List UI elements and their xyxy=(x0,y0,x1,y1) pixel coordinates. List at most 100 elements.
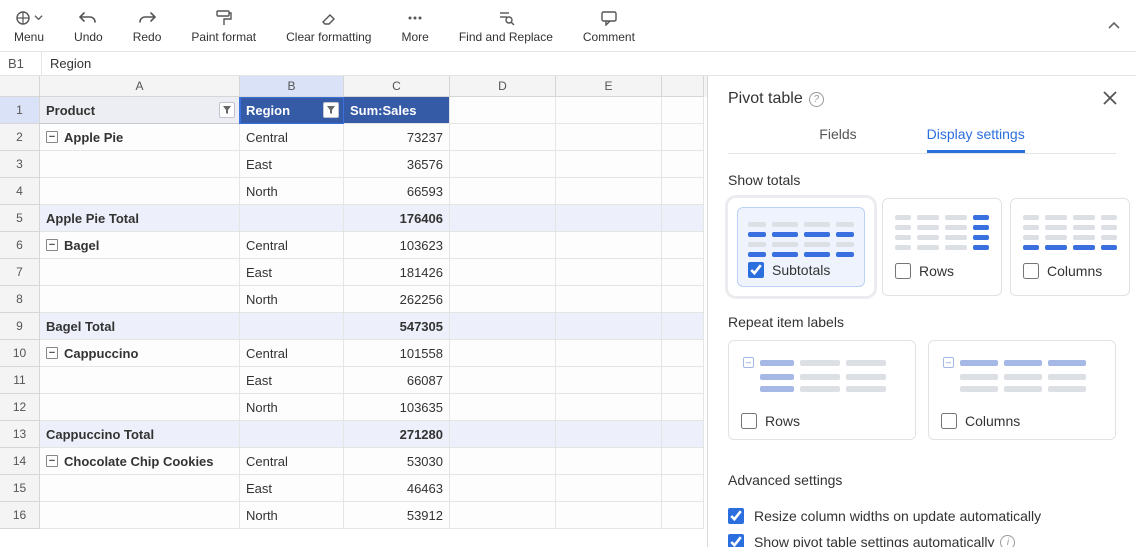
cell[interactable]: Central xyxy=(240,124,344,151)
cell[interactable] xyxy=(40,259,240,286)
row-header[interactable]: 11 xyxy=(0,367,40,394)
row-header[interactable]: 14 xyxy=(0,448,40,475)
cell[interactable] xyxy=(450,313,556,340)
cell[interactable] xyxy=(662,259,704,286)
redo-button[interactable]: Redo xyxy=(133,8,162,44)
cell[interactable]: Cappuccino Total xyxy=(40,421,240,448)
cell[interactable]: 66593 xyxy=(344,178,450,205)
collapse-icon[interactable]: − xyxy=(46,131,58,143)
info-icon[interactable]: i xyxy=(1000,535,1015,547)
cell[interactable]: 66087 xyxy=(344,367,450,394)
info-icon[interactable]: ? xyxy=(809,92,824,107)
col-header-e[interactable]: E xyxy=(556,76,662,97)
repeat-columns-checkbox[interactable] xyxy=(941,413,957,429)
cell[interactable] xyxy=(662,394,704,421)
cell[interactable] xyxy=(556,340,662,367)
cell[interactable]: East xyxy=(240,151,344,178)
subtotals-checkbox[interactable] xyxy=(748,262,764,278)
row-header[interactable]: 9 xyxy=(0,313,40,340)
cell[interactable]: East xyxy=(240,475,344,502)
cell[interactable]: 103623 xyxy=(344,232,450,259)
cell[interactable] xyxy=(662,475,704,502)
cell[interactable] xyxy=(450,124,556,151)
row-header[interactable]: 2 xyxy=(0,124,40,151)
cell[interactable] xyxy=(450,286,556,313)
cell[interactable] xyxy=(240,313,344,340)
cell[interactable] xyxy=(450,205,556,232)
cell[interactable] xyxy=(556,367,662,394)
row-header[interactable]: 13 xyxy=(0,421,40,448)
row-header[interactable]: 3 xyxy=(0,151,40,178)
cell[interactable] xyxy=(450,394,556,421)
cell[interactable] xyxy=(450,448,556,475)
row-header[interactable]: 12 xyxy=(0,394,40,421)
undo-button[interactable]: Undo xyxy=(74,8,103,44)
cell[interactable] xyxy=(40,394,240,421)
cell[interactable] xyxy=(450,340,556,367)
cell[interactable] xyxy=(40,502,240,529)
totals-option-subtotals[interactable]: Subtotals xyxy=(728,198,874,296)
cell[interactable] xyxy=(662,367,704,394)
cell[interactable]: 73237 xyxy=(344,124,450,151)
tab-fields[interactable]: Fields xyxy=(819,118,856,153)
cell[interactable] xyxy=(40,367,240,394)
cell[interactable]: −Cappuccino xyxy=(40,340,240,367)
cell[interactable] xyxy=(662,421,704,448)
col-header-c[interactable]: C xyxy=(344,76,450,97)
collapse-icon[interactable]: − xyxy=(46,347,58,359)
row-header[interactable]: 4 xyxy=(0,178,40,205)
cell[interactable]: −Apple Pie xyxy=(40,124,240,151)
cell[interactable]: 36576 xyxy=(344,151,450,178)
cell[interactable] xyxy=(556,178,662,205)
cell[interactable] xyxy=(662,205,704,232)
cell[interactable] xyxy=(556,97,662,124)
totals-option-rows[interactable]: Rows xyxy=(882,198,1002,296)
cell[interactable]: North xyxy=(240,394,344,421)
cell[interactable] xyxy=(662,178,704,205)
comment-button[interactable]: Comment xyxy=(583,8,635,44)
filter-icon[interactable] xyxy=(219,102,235,118)
cell[interactable] xyxy=(662,340,704,367)
cell[interactable]: Central xyxy=(240,448,344,475)
grid-body[interactable]: 1 Product Region Sum:Sales 2 −Apple Pie … xyxy=(0,97,707,547)
resize-columns-checkbox[interactable] xyxy=(728,508,744,524)
cell[interactable]: 271280 xyxy=(344,421,450,448)
clear-formatting-button[interactable]: Clear formatting xyxy=(286,8,371,44)
cell[interactable] xyxy=(662,124,704,151)
collapse-icon[interactable]: − xyxy=(46,239,58,251)
paint-format-button[interactable]: Paint format xyxy=(191,8,256,44)
row-header[interactable]: 8 xyxy=(0,286,40,313)
col-header-b[interactable]: B xyxy=(240,76,344,97)
cell[interactable] xyxy=(240,421,344,448)
cell[interactable] xyxy=(662,448,704,475)
cell-formula-input[interactable]: Region xyxy=(42,52,1136,75)
cell[interactable] xyxy=(240,205,344,232)
cell[interactable] xyxy=(40,178,240,205)
collapse-icon[interactable]: − xyxy=(46,455,58,467)
cell[interactable] xyxy=(556,151,662,178)
col-header-d[interactable]: D xyxy=(450,76,556,97)
cell[interactable] xyxy=(556,205,662,232)
cell[interactable] xyxy=(450,151,556,178)
cell[interactable] xyxy=(40,286,240,313)
cell[interactable] xyxy=(556,421,662,448)
close-panel-button[interactable] xyxy=(1102,90,1118,106)
row-header[interactable]: 7 xyxy=(0,259,40,286)
cell[interactable]: Sum:Sales xyxy=(344,97,450,124)
cell[interactable] xyxy=(450,475,556,502)
row-header[interactable]: 5 xyxy=(0,205,40,232)
cell[interactable] xyxy=(662,313,704,340)
cell[interactable]: 46463 xyxy=(344,475,450,502)
cell[interactable]: −Bagel xyxy=(40,232,240,259)
cell[interactable]: 53912 xyxy=(344,502,450,529)
cell[interactable]: 547305 xyxy=(344,313,450,340)
cell[interactable] xyxy=(450,502,556,529)
cell[interactable] xyxy=(556,313,662,340)
rows-totals-checkbox[interactable] xyxy=(895,263,911,279)
cell[interactable]: East xyxy=(240,367,344,394)
row-header[interactable]: 1 xyxy=(0,97,40,124)
cell[interactable]: North xyxy=(240,286,344,313)
cell[interactable] xyxy=(662,151,704,178)
repeat-rows-checkbox[interactable] xyxy=(741,413,757,429)
cell[interactable] xyxy=(556,448,662,475)
